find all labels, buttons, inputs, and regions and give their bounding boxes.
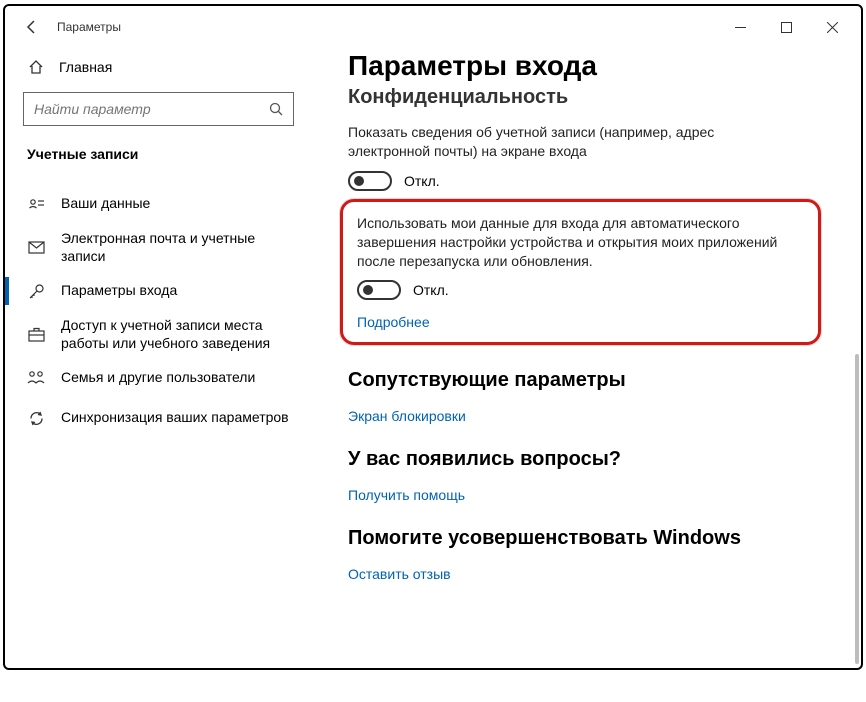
- privacy-toggle[interactable]: [348, 171, 392, 191]
- minimize-button[interactable]: [717, 11, 763, 43]
- search-container: [23, 92, 294, 126]
- feedback-link[interactable]: Оставить отзыв: [348, 566, 451, 582]
- highlighted-setting: Использовать мои данные для входа для ав…: [340, 199, 821, 346]
- close-button[interactable]: [809, 11, 855, 43]
- learn-more-link[interactable]: Подробнее: [357, 314, 430, 330]
- sidebar-item-work-access[interactable]: Доступ к учетной записи места работы или…: [5, 311, 312, 358]
- sidebar-item-label: Ваши данные: [61, 195, 150, 213]
- privacy-setting-text: Показать сведения об учетной записи (нап…: [348, 123, 778, 161]
- key-icon: [27, 283, 45, 300]
- sidebar-nav: Ваши данные Электронная почта и учетные …: [5, 184, 312, 438]
- lock-screen-link[interactable]: Экран блокировки: [348, 408, 466, 424]
- sidebar-home-label: Главная: [59, 59, 112, 75]
- family-icon: [27, 370, 45, 386]
- search-input[interactable]: [34, 101, 267, 117]
- sidebar: Главная Учетные записи Ваши данные: [5, 48, 320, 668]
- page-title: Параметры входа: [348, 50, 851, 82]
- user-card-icon: [27, 196, 45, 213]
- sidebar-item-signin-options[interactable]: Параметры входа: [5, 271, 312, 311]
- usedata-setting-text: Использовать мои данные для входа для ав…: [357, 214, 787, 271]
- titlebar: Параметры: [5, 6, 861, 48]
- related-heading: Сопутствующие параметры: [348, 369, 851, 392]
- privacy-heading: Конфиденциальность: [348, 86, 851, 109]
- sidebar-section-label: Учетные записи: [5, 136, 312, 172]
- questions-heading: У вас появились вопросы?: [348, 448, 851, 471]
- sidebar-item-email[interactable]: Электронная почта и учетные записи: [5, 224, 312, 271]
- feedback-heading: Помогите усовершенствовать Windows: [348, 527, 851, 550]
- sidebar-item-your-info[interactable]: Ваши данные: [5, 184, 312, 224]
- sync-icon: [27, 410, 45, 427]
- maximize-button[interactable]: [763, 11, 809, 43]
- sidebar-item-label: Доступ к учетной записи места работы или…: [61, 317, 301, 352]
- home-icon: [27, 59, 45, 75]
- privacy-toggle-label: Откл.: [404, 173, 440, 189]
- search-box[interactable]: [23, 92, 294, 126]
- scrollbar[interactable]: [855, 354, 859, 664]
- usedata-toggle-label: Откл.: [413, 282, 449, 298]
- main-panel: Параметры входа Конфиденциальность Показ…: [320, 48, 861, 668]
- sidebar-item-label: Параметры входа: [61, 282, 177, 300]
- sidebar-item-sync[interactable]: Синхронизация ваших параметров: [5, 398, 312, 438]
- sidebar-item-label: Синхронизация ваших параметров: [61, 409, 289, 427]
- sidebar-home[interactable]: Главная: [5, 48, 312, 86]
- back-button[interactable]: [19, 14, 45, 40]
- search-icon: [267, 102, 285, 117]
- sidebar-item-label: Семья и другие пользователи: [61, 369, 255, 387]
- get-help-link[interactable]: Получить помощь: [348, 487, 465, 503]
- mail-icon: [27, 241, 45, 255]
- usedata-toggle[interactable]: [357, 280, 401, 300]
- sidebar-item-label: Электронная почта и учетные записи: [61, 230, 301, 265]
- sidebar-item-family[interactable]: Семья и другие пользователи: [5, 358, 312, 398]
- window-title: Параметры: [57, 20, 121, 34]
- briefcase-icon: [27, 327, 45, 342]
